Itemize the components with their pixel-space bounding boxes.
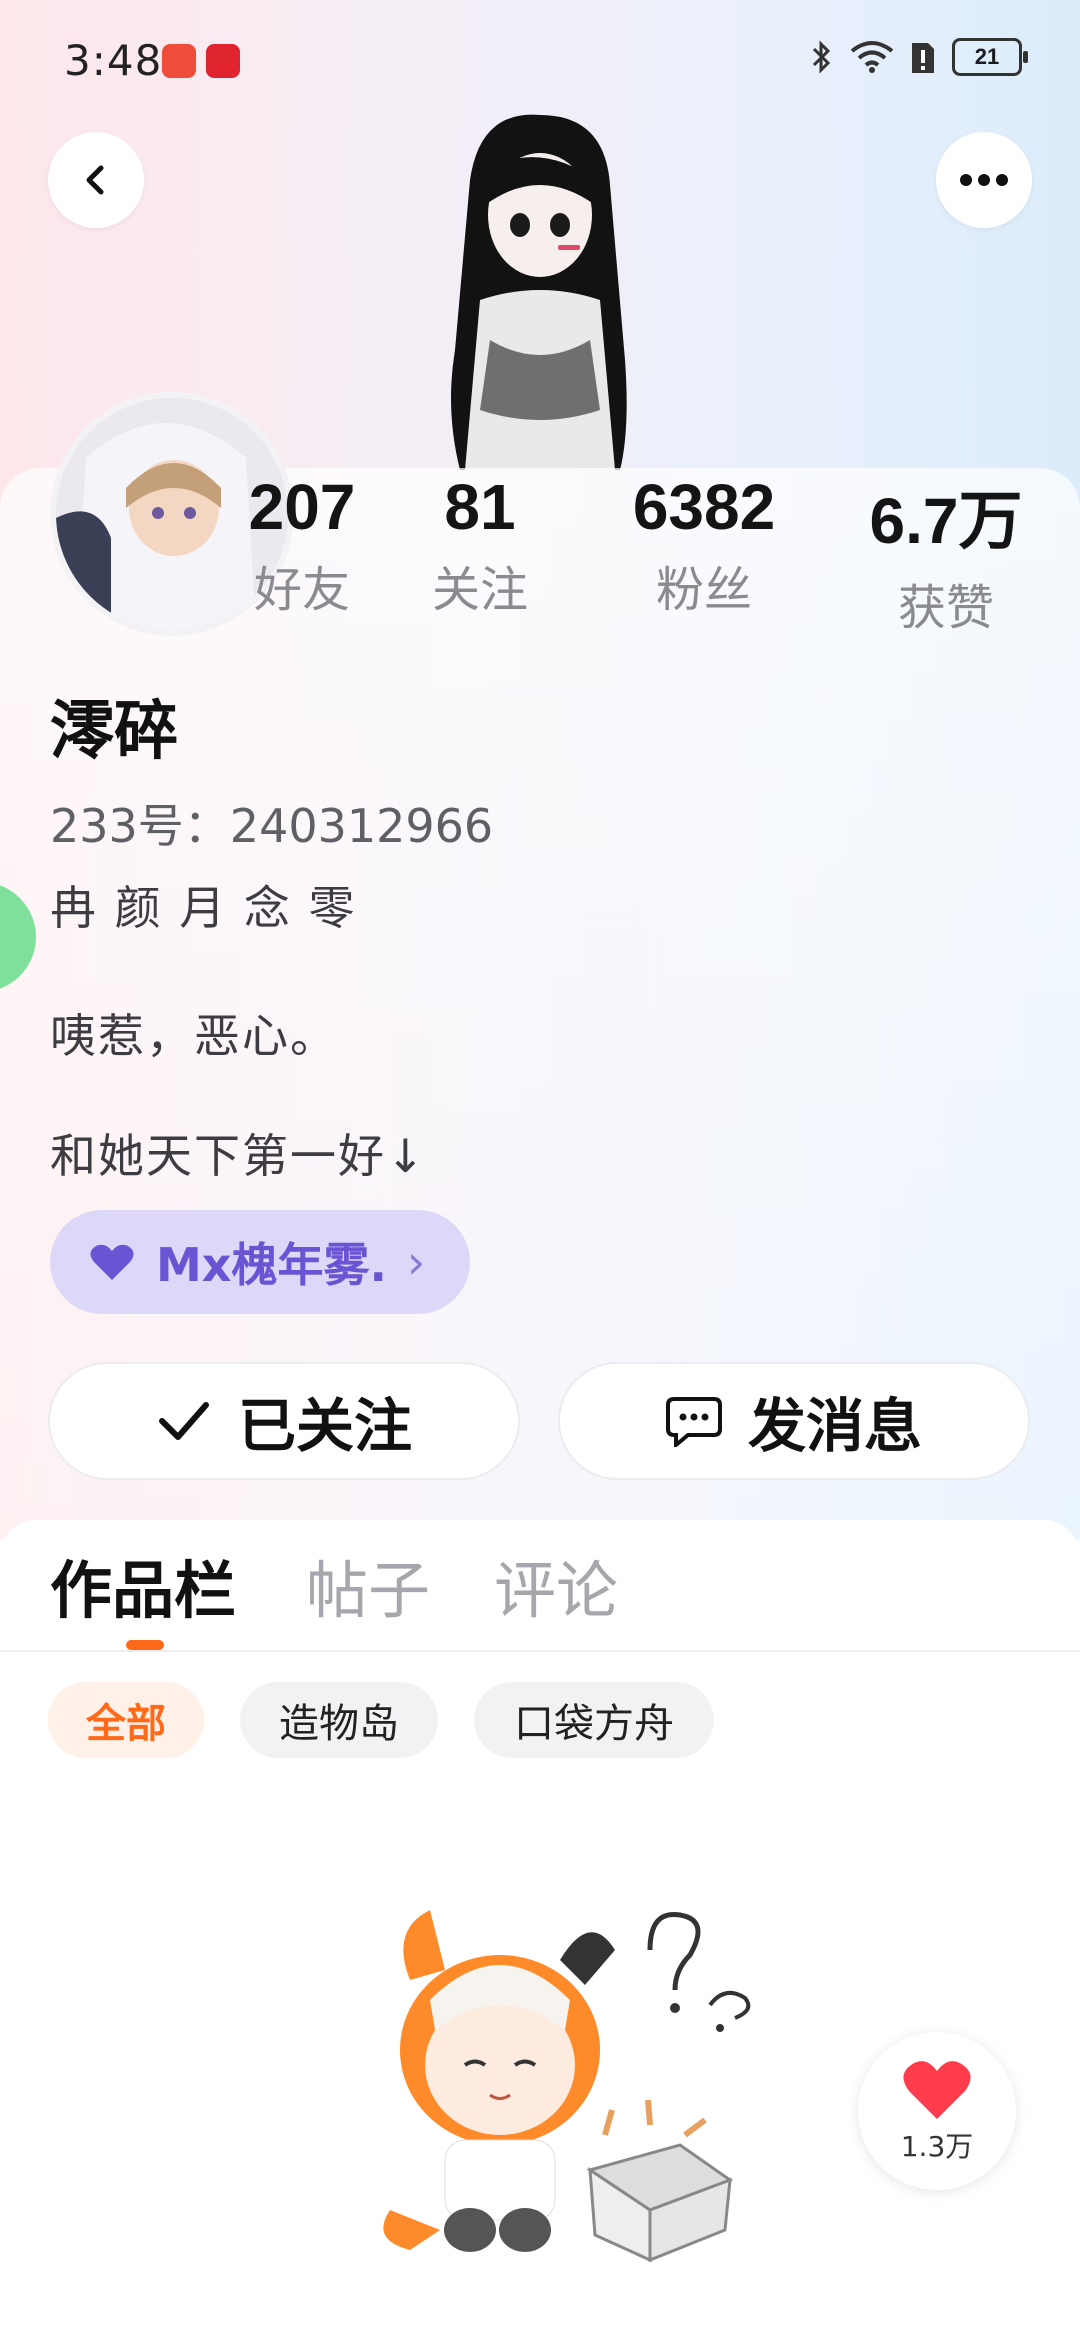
profile-name: 澪碎 [50, 695, 178, 769]
like-count: 1.3万 [900, 2130, 974, 2163]
empty-state-illustration [383, 1910, 751, 2263]
chevron-right-icon: › [406, 1235, 426, 1289]
huawei-app-icon [162, 44, 196, 78]
status-right: 21 [810, 38, 1028, 76]
stat-value: 207 [248, 471, 356, 543]
more-button[interactable] [936, 132, 1032, 228]
profile-id[interactable]: 233号：240312966 [50, 790, 493, 856]
heart-icon [903, 2061, 971, 2119]
divider [0, 1650, 1080, 1652]
notification-app-icon [206, 44, 240, 78]
filter-all[interactable]: 全部 [48, 1682, 204, 1758]
followed-button[interactable]: 已关注 [48, 1362, 520, 1480]
stat-following[interactable]: 81 关注 [410, 470, 550, 620]
character-model [451, 114, 627, 470]
chevron-left-icon [86, 165, 104, 195]
status-bar: 3:48 21 [0, 0, 1080, 120]
stat-friends[interactable]: 207 好友 [232, 470, 372, 620]
sim-alert-icon [912, 43, 934, 73]
filter-pocket-ark[interactable]: 口袋方舟 [474, 1682, 714, 1758]
stat-value: 6382 [632, 471, 776, 543]
status-time: 3:48 [64, 36, 163, 85]
stat-value: 6.7万 [869, 485, 1023, 557]
send-message-label: 发消息 [747, 1392, 922, 1460]
stat-fans[interactable]: 6382 粉丝 [600, 470, 808, 620]
bio-line: 冉 颜 月 念 零 [50, 881, 357, 935]
bluetooth-icon [812, 40, 831, 74]
stat-label: 好友 [253, 562, 350, 618]
wifi-icon [850, 41, 894, 73]
heart-icon [90, 1244, 134, 1280]
linked-user-name: Mx槐年雾. [156, 1238, 387, 1292]
bio-line: 和她天下第一好↓ [50, 1129, 427, 1183]
stat-value: 81 [444, 471, 516, 543]
battery-icon: 21 [952, 38, 1028, 76]
message-icon [665, 1397, 722, 1447]
stat-label: 粉丝 [655, 562, 752, 618]
filter-creation-island[interactable]: 造物岛 [240, 1682, 438, 1758]
tab-works[interactable]: 作品栏 [50, 1540, 236, 1630]
back-button[interactable] [48, 132, 144, 228]
tab-active-indicator [126, 1640, 164, 1650]
linked-user-pill[interactable]: Mx槐年雾. › [50, 1210, 470, 1314]
stat-label: 获赞 [897, 580, 994, 636]
followed-label: 已关注 [237, 1392, 412, 1460]
tab-posts[interactable]: 帖子 [306, 1540, 430, 1630]
stat-likes[interactable]: 6.7万 获赞 [838, 470, 1054, 638]
check-icon [158, 1402, 209, 1440]
tab-comments[interactable]: 评论 [494, 1540, 618, 1630]
bio-line: 咦惹，恶心。 [50, 1009, 338, 1063]
like-button[interactable]: 1.3万 [858, 2032, 1016, 2190]
more-dots-icon [960, 174, 1008, 186]
send-message-button[interactable]: 发消息 [558, 1362, 1030, 1480]
stat-label: 关注 [431, 562, 528, 618]
